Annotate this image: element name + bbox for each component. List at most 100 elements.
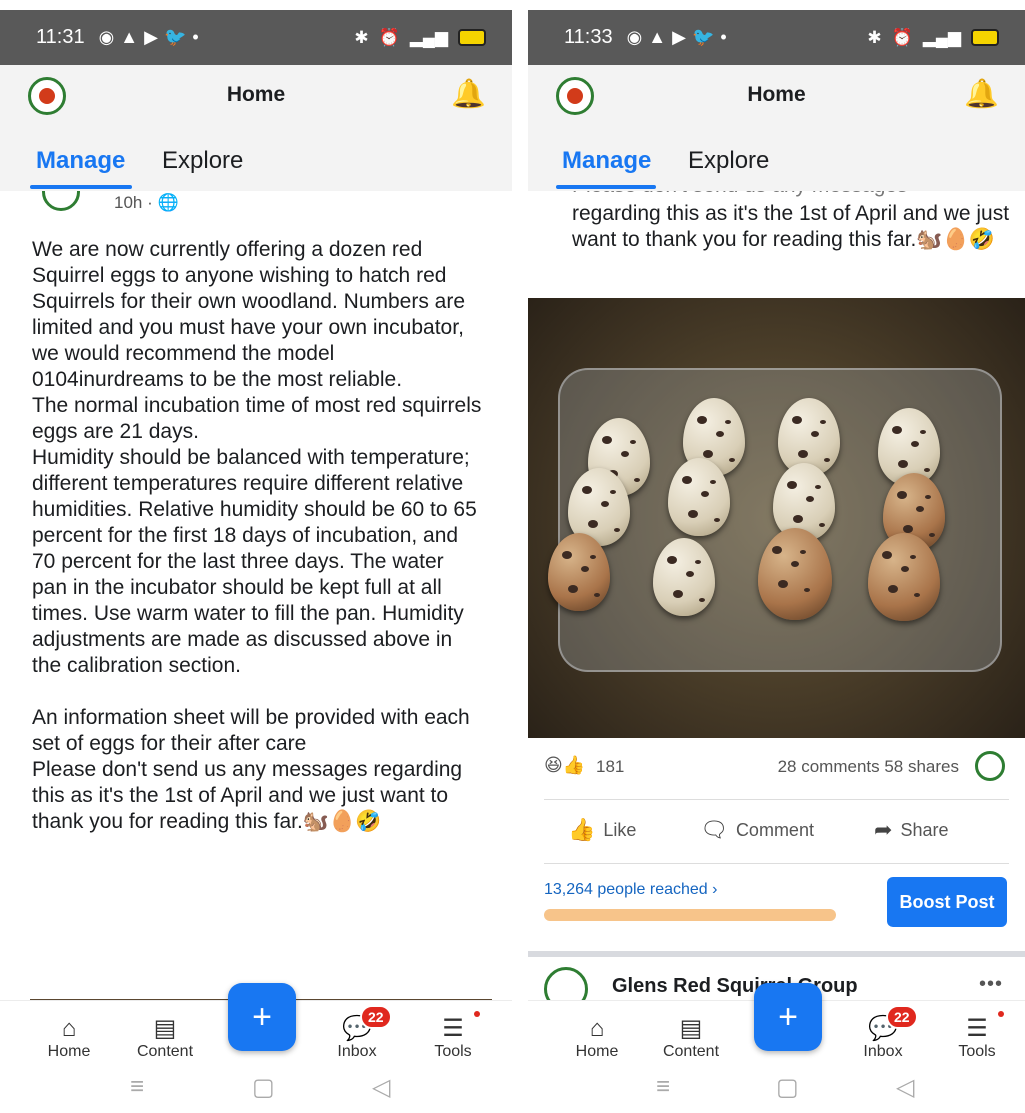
bottom-nav: ⌂ Home ▤ Content + 💬 22 Inbox ☰ Tools <box>528 983 1025 1063</box>
page-title: Home <box>747 83 806 106</box>
bluetooth-icon: ✱ <box>354 27 369 47</box>
tools-dot <box>474 1011 480 1017</box>
notification-icons: ◉▲▶🐦• <box>626 27 733 47</box>
bell-icon[interactable]: 🔔 <box>964 77 999 110</box>
reach-progress-bar <box>544 909 836 921</box>
more-icon[interactable]: ••• <box>979 973 1003 996</box>
nav-tools[interactable]: ☰ Tools <box>418 1011 488 1061</box>
like-label: Like <box>603 819 637 840</box>
comment-button[interactable]: 🗨 Comment <box>700 817 814 843</box>
content-icon: ▤ <box>679 1015 703 1042</box>
menu-icon: ☰ <box>966 1015 988 1042</box>
divider <box>544 799 1009 800</box>
home-icon: ⌂ <box>589 1015 605 1042</box>
back-button[interactable]: ◁ <box>896 1073 914 1102</box>
system-nav: ≡ ▢ ◁ <box>528 1063 1025 1113</box>
nav-content[interactable]: ▤ Content <box>130 1015 200 1061</box>
avatar[interactable] <box>544 967 588 1001</box>
post-photo[interactable] <box>528 298 1025 738</box>
recents-button[interactable]: ≡ <box>656 1073 670 1101</box>
active-tab-indicator <box>556 185 656 189</box>
alarm-icon: ⏰ <box>891 27 913 47</box>
create-button[interactable]: + <box>228 983 296 1051</box>
menu-icon: ☰ <box>442 1015 464 1042</box>
post-stats: 😆👍 181 28 comments 58 shares <box>544 751 1009 785</box>
comments-shares[interactable]: 28 comments 58 shares <box>778 757 959 777</box>
home-system-button[interactable]: ▢ <box>252 1073 275 1102</box>
nav-tools-label: Tools <box>958 1043 996 1060</box>
battery-icon <box>458 29 486 46</box>
tab-explore[interactable]: Explore <box>162 147 243 175</box>
post-body-cut: Please don't send us any messages <box>572 191 1012 199</box>
share-label: Share <box>900 819 949 840</box>
avatar <box>975 751 1005 781</box>
back-button[interactable]: ◁ <box>372 1073 390 1102</box>
notification-icons: ◉▲▶🐦• <box>98 27 205 47</box>
tools-dot <box>998 1011 1004 1017</box>
nav-content-label: Content <box>662 1043 720 1060</box>
author-avatar[interactable] <box>42 191 80 211</box>
post-body: We are now currently offering a dozen re… <box>32 238 482 833</box>
nav-home[interactable]: ⌂ Home <box>34 1015 104 1061</box>
post-age: 10h · 🌐 <box>114 193 179 212</box>
feed[interactable]: Please don't send us any messages regard… <box>528 191 1025 1001</box>
people-reached-link[interactable]: 13,264 people reached › <box>544 881 717 899</box>
bottom-nav: ⌂ Home ▤ Content + 💬 22 Inbox ☰ Tools <box>0 983 512 1063</box>
battery-icon <box>971 29 999 46</box>
share-button[interactable]: ➦ Share <box>874 817 948 843</box>
home-system-button[interactable]: ▢ <box>776 1073 799 1102</box>
right-screen: 11:33 ◉▲▶🐦• ✱ ⏰ ▂▄▆ Home 🔔 Manage Explor… <box>528 0 1025 1113</box>
nav-home[interactable]: ⌂ Home <box>562 1015 632 1061</box>
home-icon: ⌂ <box>61 1015 77 1042</box>
nav-tools[interactable]: ☰ Tools <box>942 1011 1012 1061</box>
tab-bar: Manage Explore <box>528 125 1025 191</box>
system-icons: ✱ ⏰ ▂▄▆ <box>867 28 999 48</box>
page-title: Home <box>226 83 286 106</box>
divider <box>544 863 1009 864</box>
system-icons: ✱ ⏰ ▂▄▆ <box>354 28 486 48</box>
reaction-icons[interactable]: 😆👍 <box>544 755 585 776</box>
left-screen: 11:31 ◉▲▶🐦• ✱ ⏰ ▂▄▆ Home 🔔 Manage Explor… <box>0 0 512 1113</box>
status-bar: 11:33 ◉▲▶🐦• ✱ ⏰ ▂▄▆ <box>528 10 1025 65</box>
system-nav: ≡ ▢ ◁ <box>0 1063 512 1113</box>
tab-manage[interactable]: Manage <box>562 147 651 175</box>
inbox-badge: 22 <box>886 1005 918 1029</box>
bluetooth-icon: ✱ <box>867 27 882 47</box>
nav-inbox[interactable]: 💬 22 Inbox <box>322 1005 392 1061</box>
nav-inbox[interactable]: 💬 22 Inbox <box>848 1005 918 1061</box>
share-icon: ➦ <box>874 817 893 842</box>
signal-icon: ▂▄▆ <box>922 27 961 47</box>
post-actions: 👍 Like 🗨 Comment ➦ Share <box>544 811 1009 851</box>
status-bar: 11:31 ◉▲▶🐦• ✱ ⏰ ▂▄▆ <box>0 10 512 65</box>
active-tab-indicator <box>30 185 132 189</box>
nav-content-label: Content <box>136 1043 194 1060</box>
app-bar: Home 🔔 <box>0 65 512 125</box>
thumbs-up-icon: 👍 <box>568 817 596 842</box>
signal-icon: ▂▄▆ <box>409 27 448 47</box>
tab-explore[interactable]: Explore <box>688 147 769 175</box>
alarm-icon: ⏰ <box>378 27 400 47</box>
nav-inbox-label: Inbox <box>337 1043 377 1060</box>
nav-home-label: Home <box>47 1043 91 1060</box>
post-separator <box>528 951 1025 957</box>
tab-manage[interactable]: Manage <box>36 147 125 175</box>
nav-home-label: Home <box>575 1043 619 1060</box>
content-icon: ▤ <box>153 1015 177 1042</box>
comment-label: Comment <box>735 819 814 840</box>
nav-tools-label: Tools <box>434 1043 472 1060</box>
bell-icon[interactable]: 🔔 <box>451 77 486 110</box>
tab-bar: Manage Explore <box>0 125 512 191</box>
boost-post-button[interactable]: Boost Post <box>887 877 1007 927</box>
status-time: 11:31 <box>36 26 85 48</box>
nav-content[interactable]: ▤ Content <box>656 1015 726 1061</box>
feed[interactable]: 10h · 🌐 We are now currently offering a … <box>0 191 512 1001</box>
nav-inbox-label: Inbox <box>863 1043 903 1060</box>
app-bar: Home 🔔 <box>528 65 1025 125</box>
like-button[interactable]: 👍 Like <box>568 817 636 843</box>
inbox-badge: 22 <box>360 1005 392 1029</box>
reaction-count[interactable]: 181 <box>596 757 624 777</box>
status-time: 11:33 <box>564 26 613 48</box>
recents-button[interactable]: ≡ <box>130 1073 144 1101</box>
comment-icon: 🗨 <box>700 817 728 842</box>
create-button[interactable]: + <box>754 983 822 1051</box>
